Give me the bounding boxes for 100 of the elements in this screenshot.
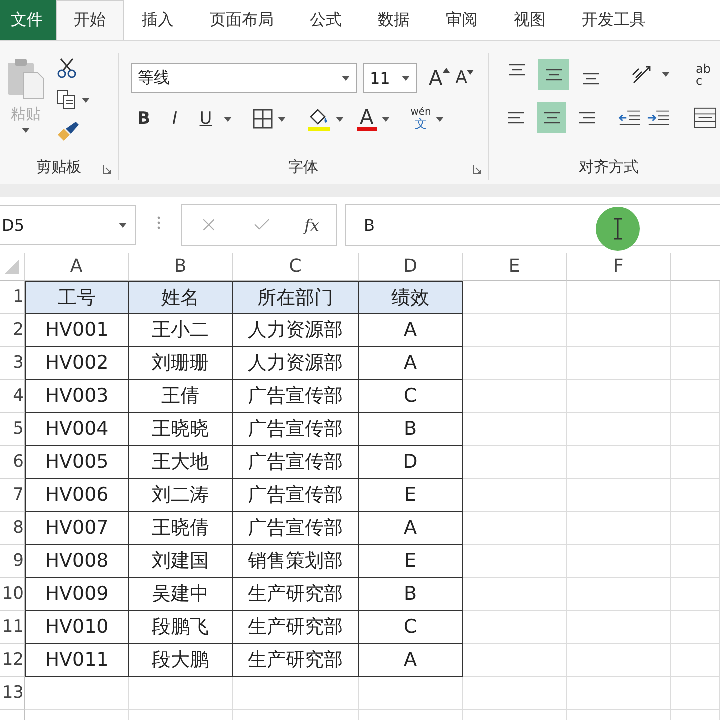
phonetic-button[interactable]: wén 文 [410,107,432,132]
table-cell: HV002 [25,347,129,380]
ribbon-tab[interactable]: 开始 [56,0,124,40]
caret-icon[interactable] [662,72,670,77]
column-header[interactable]: D [359,253,463,281]
increase-font-size-button[interactable]: A [429,68,450,88]
caret-icon[interactable] [82,98,90,102]
column-header[interactable]: F [567,253,671,281]
caret-icon[interactable] [436,116,444,122]
underline-button[interactable]: U [193,109,219,130]
table-cell: HV004 [25,413,129,446]
empty-cell [671,479,720,512]
vertical-align-button[interactable] [538,59,569,90]
table-cell: B [359,413,463,446]
empty-cell [671,578,720,611]
empty-cell [671,413,720,446]
table-cell: 段大鹏 [129,644,233,677]
table-cell: 广告宣传部 [233,512,359,545]
horizontal-align-button[interactable] [536,102,566,133]
empty-cell [671,512,720,545]
down-triangle-icon [467,70,474,74]
table-cell: D [359,446,463,479]
italic-button[interactable]: I [162,109,188,130]
table-cell: 王小二 [129,314,233,347]
table-cell: HV001 [25,314,129,347]
table-cell: 段鹏飞 [129,611,233,644]
column-header[interactable]: A [25,253,129,281]
table-cell: E [359,479,463,512]
table-cell: 刘珊珊 [129,347,233,380]
table-cell: HV011 [25,644,129,677]
table-cell: 广告宣传部 [233,479,359,512]
table-cell: 人力资源部 [233,347,359,380]
empty-cell [671,347,720,380]
table-cell: HV010 [25,611,129,644]
caret-icon[interactable] [342,76,350,80]
bold-button[interactable]: B [131,109,157,130]
font-size-field[interactable]: 11 [363,63,417,93]
font-name-field[interactable]: 等线 [131,63,357,93]
table-cell: B [359,578,463,611]
empty-cell [671,446,720,479]
dialog-launcher-icon[interactable] [103,165,112,174]
header-cell: 工号 [25,281,129,314]
insert-function-button[interactable]: fx [304,216,320,234]
scissors-icon[interactable] [56,57,78,79]
caret-icon[interactable] [278,116,286,122]
column-header[interactable]: C [233,253,359,281]
font-color-button[interactable]: A [357,107,377,132]
header-cell: 绩效 [359,281,463,314]
merge-cells-icon[interactable] [694,106,718,130]
table-cell: 生产研究部 [233,611,359,644]
dialog-launcher-icon[interactable] [473,165,482,174]
header-cell: 姓名 [129,281,233,314]
format-painter-icon[interactable] [56,121,80,141]
table-cell: 王晓晓 [129,413,233,446]
borders-icon[interactable] [253,109,273,130]
name-box[interactable]: D5 [0,205,136,245]
table-cell: 王晓倩 [129,512,233,545]
decrease-font-size-button[interactable]: A [456,70,474,86]
ribbon-tab[interactable]: 页面布局 [192,0,292,40]
ribbon-tab[interactable]: 审阅 [428,0,496,40]
table-cell: 广告宣传部 [233,413,359,446]
formula-input[interactable]: B [345,204,720,246]
caret-icon[interactable] [22,128,30,133]
table-cell: A [359,314,463,347]
table-cell: HV006 [25,479,129,512]
table-cell: 销售策划部 [233,545,359,578]
empty-cell [671,545,720,578]
ribbon-tab[interactable]: 插入 [124,0,192,40]
table-cell: HV007 [25,512,129,545]
group-label: 字体 [288,158,320,178]
caret-icon[interactable] [119,222,127,228]
table-cell: C [359,611,463,644]
file-tab[interactable]: 文件 [0,0,56,40]
empty-cell [671,677,720,710]
column-header[interactable]: E [463,253,567,281]
table-cell: 广告宣传部 [233,446,359,479]
ribbon-tab[interactable]: 公式 [292,0,360,40]
table-cell: 刘二涛 [129,479,233,512]
group-label: 对齐方式 [578,158,640,178]
table-cell: A [359,347,463,380]
table-cell: 吴建中 [129,578,233,611]
up-triangle-icon [442,68,450,73]
ribbon-tab[interactable]: 开发工具 [564,0,664,40]
caret-icon[interactable] [382,116,390,122]
caret-icon[interactable] [336,116,344,122]
wrap-text-button[interactable]: ab c [696,62,711,86]
cursor-highlight-icon [596,207,640,251]
table-cell: 生产研究部 [233,644,359,677]
caret-icon[interactable] [402,76,410,80]
copy-icon[interactable] [56,89,78,111]
empty-cell [671,314,720,347]
fill-color-icon[interactable] [307,107,331,132]
header-cell: 所在部门 [233,281,359,314]
more-icon [156,215,160,231]
column-header[interactable]: B [129,253,233,281]
caret-icon[interactable] [224,116,232,122]
empty-cell [671,281,720,314]
table-cell: HV009 [25,578,129,611]
ribbon-tab[interactable]: 视图 [496,0,564,40]
ribbon-tab[interactable]: 数据 [360,0,428,40]
